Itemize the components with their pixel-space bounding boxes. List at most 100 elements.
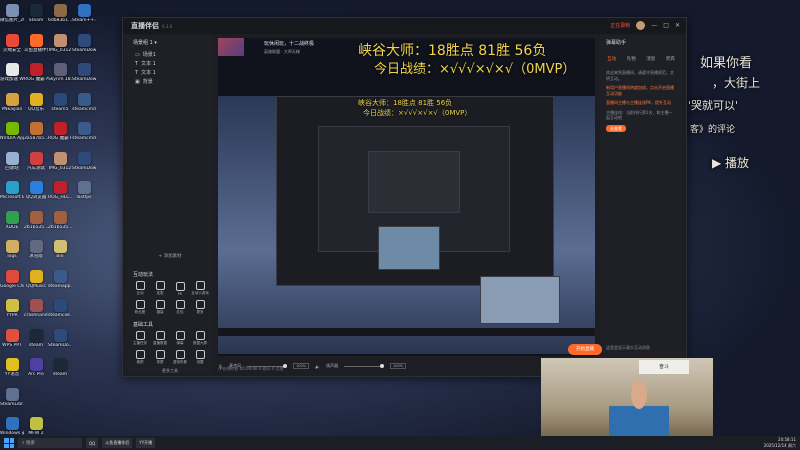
desktop-icon[interactable]: Steam++.exe [72, 4, 96, 34]
desktop-icon[interactable]: 冰雪版 [24, 240, 48, 270]
tab-gift[interactable]: 礼物 [627, 56, 636, 62]
tool-button[interactable]: 虚拟形象 [171, 349, 189, 366]
tab-message[interactable]: 消息 [646, 56, 655, 62]
taskbar-app-yy[interactable]: YY开播 [136, 438, 156, 448]
desktop-icon[interactable]: Steam [24, 4, 48, 34]
tool-button[interactable]: 美颜 [131, 349, 149, 366]
stream-cover-thumbnail[interactable] [218, 38, 244, 56]
desktop-icon[interactable]: 微信图片_20250408... [0, 4, 24, 34]
desktop-icon[interactable]: 汽车测试 [24, 151, 48, 182]
scene-item[interactable]: ▭ 场景1 [127, 50, 213, 59]
view-button[interactable]: 去查看 [606, 124, 626, 132]
desktop-icon-label: steam5 [51, 106, 69, 112]
desktop-icon[interactable]: steamcmd [72, 92, 96, 123]
tool-button[interactable]: 粉丝团 [131, 299, 149, 316]
desktop-icon[interactable]: NVIDIA App [0, 122, 24, 152]
desktop-icon[interactable]: QQ音乐 [24, 92, 48, 123]
desktop-icon[interactable]: steam5 [48, 92, 72, 123]
record-indicator[interactable]: 正在录制 [610, 22, 630, 29]
scene-group-header[interactable]: 场景组 1 ▾ [127, 35, 213, 50]
desktop-icon[interactable]: ROG 魔霸 HRV [48, 122, 72, 152]
desktop-icon[interactable]: PNkaiJian [0, 92, 24, 123]
stream-title[interactable]: 玩休闲玩，十二战终极 [264, 40, 314, 47]
desktop-icon[interactable]: logs [0, 240, 24, 270]
desktop-icon[interactable]: Google Chrome [0, 269, 24, 300]
desktop-icon[interactable]: steamclie... [48, 299, 72, 329]
desktop-icon[interactable]: 2b1b535... [24, 210, 48, 241]
maximize-button[interactable]: □ [663, 22, 669, 29]
desktop-icon[interactable]: 2b1b535... [48, 210, 72, 241]
desktop-icon[interactable]: 6db83b1... [48, 4, 72, 34]
desktop-icon[interactable]: Skyrim 18.sln [48, 63, 72, 93]
desktop-icon[interactable]: IMG_0312 [48, 33, 72, 64]
desktop-icon[interactable]: XDDE [0, 210, 24, 241]
tool-button[interactable]: 互动 [131, 280, 149, 297]
scene-item[interactable]: ▣ 背景 [127, 77, 213, 86]
desktop-icon[interactable]: ROG_HLC... [48, 181, 72, 211]
desktop-icon[interactable]: 游戏加速 WeGame [0, 63, 24, 93]
desktop-icon[interactable]: YY语音 [0, 358, 24, 388]
system-clock[interactable]: 20:58:11 2025/12/14 周六 [764, 437, 796, 448]
desktop-icon[interactable]: Arc Pro [24, 358, 48, 388]
speaker-icon[interactable]: 🔈 [315, 364, 320, 369]
desktop-icon[interactable]: Microsoft Edge [0, 181, 24, 211]
stream-preview[interactable]: 玩休闲玩，十二战终极 英雄联盟 · 大师天梯 峡谷大师：18胜点 81胜 56负… [218, 38, 595, 356]
desktop-icon[interactable]: steam [48, 358, 72, 388]
tool-icon [155, 331, 165, 340]
desktop-icon[interactable]: 火绒安全 [0, 33, 24, 64]
tool-button[interactable]: 红包 [171, 299, 189, 316]
desktop-icon[interactable]: SteamLibr... [0, 387, 24, 418]
desktop-icon[interactable]: WPS PPT [0, 328, 24, 359]
taskbar-search[interactable]: ⌕ 搜索 [18, 438, 82, 448]
tab-interact[interactable]: 互动 [607, 56, 616, 62]
scene-item[interactable]: T 文本 1 [127, 68, 213, 77]
desktop-icon[interactable]: SteamDownload [72, 33, 96, 64]
scene-item[interactable]: T 文本 1 [127, 59, 213, 68]
desktop-icon[interactable]: 斗鱼直播伴侣 [24, 33, 48, 64]
desktop-icon[interactable]: QQ浏览器 [24, 181, 48, 211]
tool-button[interactable]: PK [171, 280, 189, 297]
desktop-icon[interactable]: Bin [48, 240, 72, 270]
avatar[interactable] [636, 21, 646, 30]
desktop-icon[interactable]: 3a587b5... [24, 122, 48, 152]
tool-button[interactable]: 直播数据 [151, 330, 169, 347]
speaker-slider[interactable] [344, 363, 385, 368]
desktop-icon[interactable]: QQMusic [24, 269, 48, 300]
desktop-icon[interactable]: lastfps [72, 181, 96, 211]
tool-button[interactable]: 主播任务 [131, 330, 149, 347]
desktop-icon[interactable]: SteamDownload [72, 151, 96, 182]
tool-button[interactable]: 互动小游戏 [191, 280, 209, 297]
desktop-icon[interactable]: SteamDo... [48, 328, 72, 359]
taskbar-app-douyu[interactable]: 斗鱼直播伴侣 [102, 438, 133, 448]
tool-button[interactable]: 设置 [191, 349, 209, 366]
desktop-icon[interactable]: ROG 魔霸 ACE HRV [24, 63, 48, 93]
desktop-icon[interactable]: steamapp... [48, 269, 72, 300]
desktop-icon[interactable]: YYPR [0, 299, 24, 329]
desktop-icon[interactable]: SteamDownload [72, 63, 96, 93]
windows-start-icon[interactable] [4, 438, 14, 448]
tool-button[interactable]: 数据大屏 [191, 330, 209, 347]
desktop-icon[interactable]: 回收站 [0, 151, 24, 182]
tab-vip[interactable]: 贵宾 [666, 56, 675, 62]
tool-button[interactable]: 连麦 [151, 280, 169, 297]
bg-text-line1: 如果你看 [700, 56, 753, 71]
desktop-icon[interactable]: crashhandl... [24, 299, 48, 329]
tool-button[interactable]: 更多 [191, 299, 209, 316]
desktop-icon[interactable]: steam [24, 328, 48, 359]
taskbar-app-qq[interactable]: QQ [86, 438, 99, 448]
desktop-icon-label: WPS PPT [2, 342, 22, 348]
tool-button[interactable]: 福袋 [151, 299, 169, 316]
app-icon [29, 417, 43, 430]
tool-button[interactable]: 弹幕 [171, 330, 189, 347]
close-button[interactable]: ✕ [675, 22, 680, 29]
minimize-button[interactable]: — [651, 22, 657, 29]
go-live-button[interactable]: 开始直播 [568, 344, 602, 355]
tool-button[interactable]: 录屏 [151, 349, 169, 366]
app-icon [53, 122, 67, 135]
desktop-icon[interactable]: IMG_0312 [48, 151, 72, 182]
more-tools-button[interactable]: 更多工具 [127, 368, 213, 374]
speaker-slider-knob[interactable] [380, 363, 385, 368]
bg-play-text[interactable]: ▶ 播放 [712, 154, 749, 171]
add-source-button[interactable]: + 添加素材 [127, 253, 213, 259]
desktop-icon[interactable]: steamcmd [72, 122, 96, 152]
